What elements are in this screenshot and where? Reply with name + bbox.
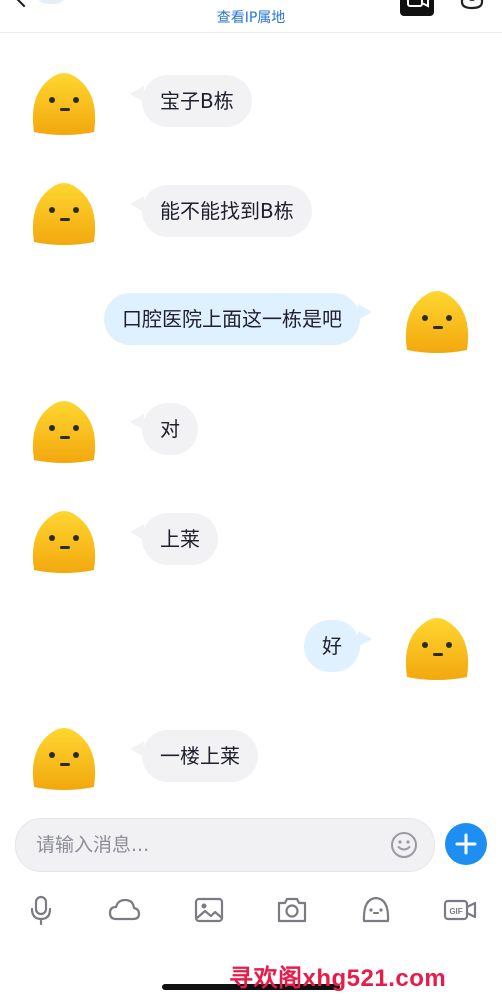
avatar[interactable] xyxy=(28,398,100,464)
avatar[interactable] xyxy=(28,508,100,574)
message-bubble[interactable]: 一楼上莱 xyxy=(142,730,258,782)
incoming-message: 宝子B栋 xyxy=(0,70,502,140)
avatar[interactable] xyxy=(28,725,100,791)
avatar[interactable] xyxy=(401,288,473,354)
image-icon[interactable] xyxy=(192,893,226,927)
message-input[interactable]: 请输入消息... xyxy=(15,818,435,872)
plus-icon xyxy=(455,833,477,855)
message-bubble[interactable]: 好 xyxy=(304,620,360,672)
chat-header: 5 查看IP属地 xyxy=(0,0,502,33)
voice-icon[interactable] xyxy=(24,893,58,927)
emoji-face-icon[interactable] xyxy=(359,893,393,927)
message-bubble[interactable]: 能不能找到B栋 xyxy=(142,185,312,237)
incoming-message: 一楼上莱 xyxy=(0,725,502,795)
add-button[interactable] xyxy=(445,823,487,865)
video-call-icon[interactable] xyxy=(400,0,434,16)
outgoing-message: 口腔医院上面这一栋是吧 xyxy=(0,288,502,358)
unread-count-badge: 5 xyxy=(36,0,66,4)
emoji-icon[interactable] xyxy=(390,831,418,859)
message-bubble[interactable]: 口腔医院上面这一栋是吧 xyxy=(104,293,360,345)
input-placeholder: 请输入消息... xyxy=(36,834,150,856)
outgoing-message: 好 xyxy=(0,615,502,685)
incoming-message: 对 xyxy=(0,398,502,468)
cloud-icon[interactable] xyxy=(107,893,141,927)
profile-icon[interactable] xyxy=(458,0,486,16)
incoming-message: 上莱 xyxy=(0,508,502,578)
watermark-text: 寻欢阁xhg521.com xyxy=(229,965,447,992)
svg-text:GIF: GIF xyxy=(449,907,462,916)
camera-icon[interactable] xyxy=(275,893,309,927)
bubble-tail xyxy=(358,631,372,647)
avatar[interactable] xyxy=(28,70,100,136)
avatar[interactable] xyxy=(401,615,473,681)
avatar[interactable] xyxy=(28,180,100,246)
message-bubble[interactable]: 上莱 xyxy=(142,513,218,565)
message-bubble[interactable]: 对 xyxy=(142,403,198,455)
input-toolbar: GIF xyxy=(0,893,502,937)
message-bubble[interactable]: 宝子B栋 xyxy=(142,75,252,127)
gif-icon[interactable]: GIF xyxy=(443,893,477,927)
bubble-tail xyxy=(358,304,372,320)
incoming-message: 能不能找到B栋 xyxy=(0,180,502,250)
